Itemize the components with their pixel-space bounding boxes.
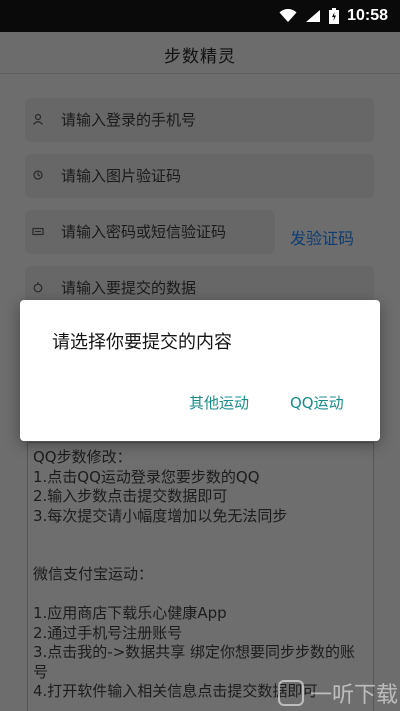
- captcha-placeholder: 请输入图片验证码: [61, 167, 182, 185]
- watermark: 一听下载: [277, 677, 398, 709]
- captcha-field[interactable]: 请输入图片验证码: [25, 154, 374, 198]
- instructions-text: QQ步数修改： 1.点击QQ运动登录您要步数的QQ 2.输入步数点击提交数据即可…: [27, 442, 374, 711]
- data-placeholder: 请输入要提交的数据: [61, 279, 197, 297]
- signal-icon: [306, 10, 321, 22]
- wifi-icon: [279, 9, 297, 22]
- password-field[interactable]: 请输入密码或短信验证码: [25, 210, 275, 254]
- status-bar: 10:58: [0, 0, 400, 32]
- captcha-icon: [32, 169, 44, 181]
- app-bar: 步数精灵: [0, 32, 400, 74]
- other-sport-button[interactable]: 其他运动: [189, 392, 249, 413]
- qq-sport-button[interactable]: QQ运动: [290, 392, 344, 413]
- page-title: 步数精灵: [164, 47, 236, 67]
- password-icon: [32, 225, 44, 237]
- status-icons: 10:58: [279, 0, 388, 32]
- send-code-button[interactable]: 发验证码: [290, 225, 354, 249]
- battery-icon: [329, 8, 340, 24]
- watermark-logo-icon: [277, 680, 304, 706]
- choice-dialog: 请选择你要提交的内容 其他运动 QQ运动: [20, 300, 380, 441]
- watermark-text: 一听下载: [309, 683, 398, 708]
- phone-placeholder: 请输入登录的手机号: [61, 111, 197, 129]
- data-icon: [32, 281, 44, 293]
- user-icon: [32, 113, 44, 125]
- dialog-title: 请选择你要提交的内容: [52, 332, 232, 353]
- phone-field[interactable]: 请输入登录的手机号: [25, 98, 374, 142]
- status-time: 10:58: [347, 7, 388, 24]
- password-placeholder: 请输入密码或短信验证码: [61, 223, 227, 241]
